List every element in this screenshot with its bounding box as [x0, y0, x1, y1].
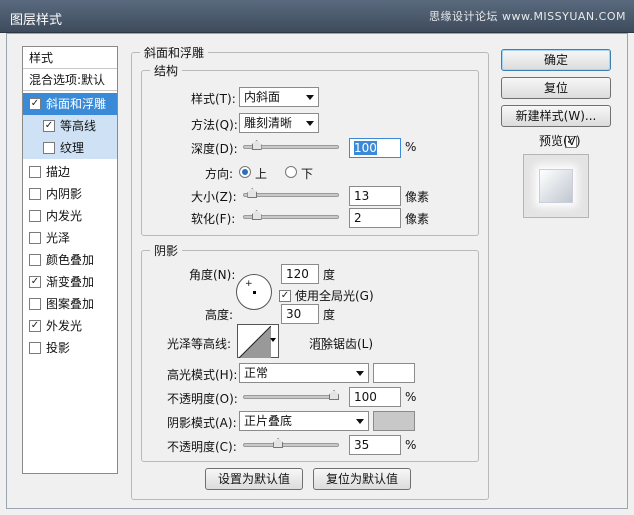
- size-input[interactable]: 13: [349, 186, 401, 206]
- depth-unit: %: [405, 140, 417, 154]
- reset-default-button[interactable]: 复位为默认值: [313, 468, 411, 490]
- style-checkbox[interactable]: [29, 209, 41, 222]
- style-checkbox[interactable]: ✓: [29, 97, 41, 110]
- gloss-contour-picker[interactable]: [237, 324, 279, 358]
- highlight-mode-select[interactable]: 正常: [239, 363, 369, 383]
- depth-slider[interactable]: [243, 140, 339, 150]
- ok-button[interactable]: 确定: [501, 49, 611, 71]
- contour-icon: [239, 326, 271, 358]
- direction-up-radio[interactable]: [239, 166, 251, 178]
- angle-dial[interactable]: +: [236, 274, 272, 310]
- chevron-down-icon: [306, 95, 314, 100]
- direction-up-label: 上: [255, 167, 268, 181]
- style-item-inner-shadow[interactable]: 内阴影: [23, 183, 117, 205]
- style-item-texture[interactable]: 纹理: [23, 137, 117, 159]
- method-label: 方法(Q):: [191, 118, 238, 132]
- style-item-color-overlay[interactable]: 颜色叠加: [23, 249, 117, 271]
- soften-unit: 像素: [405, 212, 430, 226]
- bevel-group-title: 斜面和浮雕: [144, 46, 205, 60]
- highlight-opacity-slider[interactable]: [243, 390, 339, 400]
- style-item-bevel[interactable]: ✓ 斜面和浮雕: [23, 93, 117, 115]
- style-checkbox[interactable]: [29, 297, 41, 310]
- chevron-down-icon: [270, 338, 276, 342]
- preview-label: 预览(V): [539, 134, 581, 148]
- watermark: 思缘设计论坛 www.MISSYUAN.COM: [428, 10, 626, 23]
- style-label: 样式(T):: [191, 92, 236, 106]
- shadow-mode-select[interactable]: 正片叠底: [239, 411, 369, 431]
- soften-slider[interactable]: [243, 210, 339, 220]
- direction-down-radio[interactable]: [285, 166, 297, 178]
- shading-title: 阴影: [154, 244, 179, 258]
- style-item-inner-glow[interactable]: 内发光: [23, 205, 117, 227]
- style-item-gradient-overlay[interactable]: ✓ 渐变叠加: [23, 271, 117, 293]
- shadow-mode-label: 阴影模式(A):: [167, 416, 237, 430]
- technique-select[interactable]: 雕刻清晰: [239, 113, 319, 133]
- style-checkbox[interactable]: [29, 165, 41, 178]
- global-light-label: 使用全局光(G): [295, 289, 374, 303]
- altitude-unit: 度: [323, 308, 336, 322]
- styles-list: 样式 混合选项:默认 ✓ 斜面和浮雕 ✓ 等高线 纹理 描边 内阴影 内发光 光泽 …: [22, 46, 118, 474]
- style-checkbox[interactable]: [29, 187, 41, 200]
- chevron-down-icon: [356, 419, 364, 424]
- style-checkbox[interactable]: ✓: [29, 319, 41, 332]
- shadow-color-swatch[interactable]: [373, 411, 415, 431]
- structure-title: 结构: [154, 64, 179, 78]
- gloss-contour-label: 光泽等高线:: [167, 337, 232, 351]
- depth-input[interactable]: 100: [349, 138, 401, 158]
- style-item-stroke[interactable]: 描边: [23, 161, 117, 183]
- size-label: 大小(Z):: [191, 190, 237, 204]
- highlight-opacity-label: 不透明度(O):: [167, 392, 238, 406]
- style-item-outer-glow[interactable]: ✓ 外发光: [23, 315, 117, 337]
- angle-unit: 度: [323, 268, 336, 282]
- dialog-body: 样式 混合选项:默认 ✓ 斜面和浮雕 ✓ 等高线 纹理 描边 内阴影 内发光 光泽 …: [6, 33, 628, 509]
- direction-down-label: 下: [301, 167, 314, 181]
- style-checkbox[interactable]: [43, 141, 55, 154]
- blending-options[interactable]: 混合选项:默认: [23, 69, 117, 91]
- style-checkbox[interactable]: ✓: [43, 119, 55, 132]
- chevron-down-icon: [306, 121, 314, 126]
- title-bar: 图层样式 思缘设计论坛 www.MISSYUAN.COM: [0, 0, 634, 33]
- dial-center: [253, 291, 256, 294]
- size-unit: 像素: [405, 190, 430, 204]
- altitude-label: 高度:: [205, 308, 234, 322]
- style-item-pattern-overlay[interactable]: 图案叠加: [23, 293, 117, 315]
- style-preview: [523, 154, 589, 218]
- angle-input[interactable]: 120: [281, 264, 319, 284]
- direction-label: 方向:: [205, 167, 234, 181]
- depth-label: 深度(D):: [191, 142, 238, 156]
- style-checkbox[interactable]: [29, 341, 41, 354]
- style-item-contour[interactable]: ✓ 等高线: [23, 115, 117, 137]
- style-checkbox[interactable]: [29, 231, 41, 244]
- style-item-drop-shadow[interactable]: 投影: [23, 337, 117, 359]
- style-checkbox[interactable]: ✓: [29, 275, 41, 288]
- style-checkbox[interactable]: [29, 253, 41, 266]
- shadow-opacity-input[interactable]: 35: [349, 435, 401, 455]
- shadow-opacity-unit: %: [405, 438, 417, 452]
- crosshair-icon: +: [245, 279, 253, 289]
- shadow-opacity-label: 不透明度(C):: [167, 440, 237, 454]
- soften-label: 软化(F):: [191, 212, 236, 226]
- altitude-input[interactable]: 30: [281, 304, 319, 324]
- highlight-mode-label: 高光模式(H):: [167, 368, 238, 382]
- anti-alias-label: 消除锯齿(L): [309, 337, 374, 351]
- size-slider[interactable]: [243, 188, 339, 198]
- bevel-style-select[interactable]: 内斜面: [239, 87, 319, 107]
- styles-header[interactable]: 样式: [23, 47, 117, 69]
- global-light-checkbox[interactable]: ✓: [279, 289, 291, 302]
- preview-swatch: [539, 169, 573, 203]
- new-style-button[interactable]: 新建样式(W)...: [501, 105, 611, 127]
- highlight-opacity-input[interactable]: 100: [349, 387, 401, 407]
- highlight-opacity-unit: %: [405, 390, 417, 404]
- highlight-color-swatch[interactable]: [373, 363, 415, 383]
- window-title: 图层样式: [10, 13, 63, 28]
- soften-input[interactable]: 2: [349, 208, 401, 228]
- angle-label: 角度(N):: [189, 268, 236, 282]
- make-default-button[interactable]: 设置为默认值: [205, 468, 303, 490]
- shadow-opacity-slider[interactable]: [243, 438, 339, 448]
- style-item-satin[interactable]: 光泽: [23, 227, 117, 249]
- chevron-down-icon: [356, 371, 364, 376]
- reset-button[interactable]: 复位: [501, 77, 611, 99]
